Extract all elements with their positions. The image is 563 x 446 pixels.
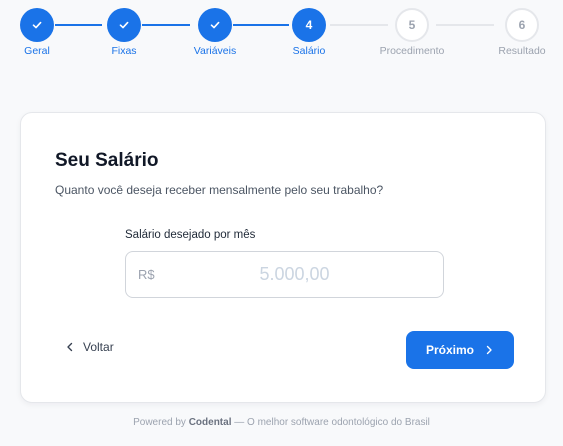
check-icon: [32, 21, 42, 29]
footer-brand[interactable]: Codental: [189, 417, 232, 428]
step-label: Geral: [24, 45, 50, 57]
step-variaveis[interactable]: Variáveis: [170, 8, 260, 57]
step-resultado: 6 Resultado: [477, 8, 563, 57]
progress-stepper: Geral Fixas Variáveis 4 Salário 5 Proced…: [0, 0, 563, 70]
step-label: Fixas: [111, 45, 137, 57]
chevron-right-icon: [486, 345, 492, 355]
page-subtitle: Quanto você deseja receber mensalmente p…: [55, 183, 384, 197]
salary-field[interactable]: R$: [125, 251, 444, 298]
footer: Powered by Codental — O melhor software …: [0, 417, 563, 428]
next-button-label: Próximo: [425, 343, 474, 357]
salary-card: Seu Salário Quanto você deseja receber m…: [20, 112, 546, 403]
chevron-left-icon: [67, 342, 73, 352]
step-label: Procedimento: [379, 45, 445, 57]
page-title: Seu Salário: [55, 150, 159, 171]
salary-field-label: Salário desejado por mês: [125, 229, 256, 241]
currency-prefix: R$: [138, 267, 155, 282]
step-circle: 4: [292, 8, 326, 42]
footer-prefix: Powered by: [133, 417, 186, 428]
back-button[interactable]: Voltar: [65, 340, 114, 354]
step-circle: 5: [395, 8, 429, 42]
step-circle: [20, 8, 54, 42]
step-circle: [198, 8, 232, 42]
salary-input[interactable]: [126, 252, 443, 297]
footer-suffix: — O melhor software odontológico do Bras…: [234, 417, 430, 428]
step-label: Resultado: [498, 45, 546, 57]
back-button-label: Voltar: [83, 340, 114, 354]
next-button[interactable]: Próximo: [406, 331, 514, 369]
step-procedimento: 5 Procedimento: [367, 8, 457, 57]
check-icon: [210, 21, 220, 29]
step-fixas[interactable]: Fixas: [79, 8, 169, 57]
check-icon: [119, 21, 129, 29]
step-salario[interactable]: 4 Salário: [264, 8, 354, 57]
step-circle: [107, 8, 141, 42]
step-geral[interactable]: Geral: [0, 8, 82, 57]
step-circle: 6: [505, 8, 539, 42]
step-label: Variáveis: [193, 45, 237, 57]
step-label: Salário: [292, 45, 326, 57]
